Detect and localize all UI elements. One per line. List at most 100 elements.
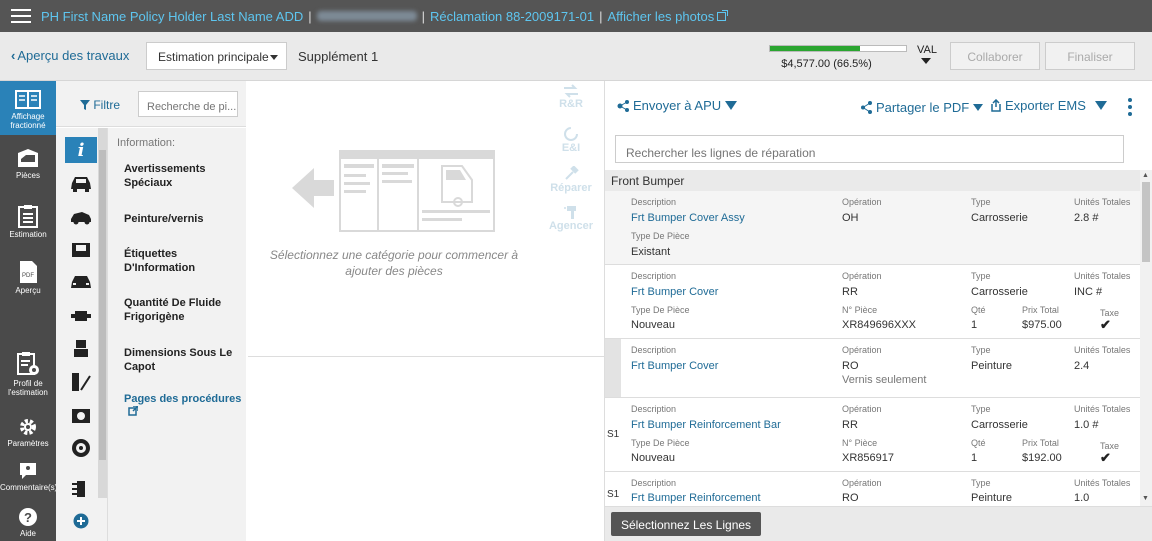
operation-label: Opération <box>842 271 882 281</box>
info-special-warnings[interactable]: Avertissements Spéciaux <box>124 162 242 190</box>
repair-line[interactable]: Description Frt Bumper Cover Assy Opérat… <box>605 191 1140 265</box>
parts-search-input[interactable] <box>138 91 238 117</box>
nav-label: Paramètres <box>7 439 49 448</box>
export-icon <box>991 99 1001 112</box>
external-link-icon <box>128 405 139 416</box>
repair-line[interactable]: Description Frt Bumper Cover Opération R… <box>605 265 1140 339</box>
back-to-overview-link[interactable]: ‹ Aperçu des travaux <box>11 48 129 63</box>
val-dropdown-icon[interactable] <box>921 58 931 64</box>
engine-icon <box>71 311 91 321</box>
menu-icon[interactable] <box>11 9 31 23</box>
info-heading: Information: <box>117 137 176 149</box>
repair-lines-search-input[interactable] <box>615 135 1124 163</box>
svg-text:PDF: PDF <box>22 273 34 279</box>
redacted-field <box>316 11 417 21</box>
send-to-apu-button[interactable]: Envoyer à APU <box>617 98 738 113</box>
ei-action[interactable]: E&I <box>545 126 597 154</box>
plus-circle-icon <box>73 513 89 529</box>
line-description[interactable]: Frt Bumper Cover Assy <box>631 212 745 224</box>
category-electrical[interactable] <box>65 476 97 502</box>
split-view-icon <box>15 90 41 109</box>
scroll-up-arrow-icon[interactable]: ▲ <box>1142 172 1149 179</box>
more-options-icon[interactable] <box>1128 98 1132 119</box>
empty-state-message: Sélectionnez une catégorie pour commence… <box>269 248 519 278</box>
share-pdf-button[interactable]: Partager le PDF <box>860 100 984 115</box>
line-operation: RO <box>842 492 859 504</box>
repair-action[interactable]: Réparer <box>545 166 597 194</box>
supplement-label: Supplément 1 <box>298 49 379 64</box>
info-labels[interactable]: Étiquettes D'Information <box>124 247 242 275</box>
middle-divider <box>248 356 604 357</box>
part-type-label: Type De Pièce <box>631 438 690 448</box>
info-refrigerant[interactable]: Quantité De Fluide Frigorigène <box>124 296 242 324</box>
line-description[interactable]: Frt Bumper Cover <box>631 360 718 372</box>
filter-button[interactable]: Filtre <box>80 98 120 112</box>
line-description[interactable]: Frt Bumper Reinforcement <box>631 492 761 504</box>
info-icon: i <box>77 139 85 161</box>
category-door[interactable] <box>65 237 97 263</box>
left-navigation: Affichage fractionné Pièces Estimation P… <box>0 81 57 541</box>
line-description[interactable]: Frt Bumper Reinforcement Bar <box>631 419 781 431</box>
info-hood-dimensions[interactable]: Dimensions Sous Le Capot <box>124 346 242 374</box>
line-qty: 1 <box>971 319 978 331</box>
separator: | <box>421 8 426 24</box>
external-link-icon[interactable] <box>717 9 729 21</box>
description-label: Description <box>631 478 677 488</box>
info-procedure-pages[interactable]: Pages des procédures <box>124 392 242 420</box>
category-wheel[interactable] <box>65 435 97 461</box>
comment-icon <box>20 463 36 479</box>
collaborate-button[interactable]: Collaborer <box>950 42 1040 70</box>
operation-label: Opération <box>842 404 882 414</box>
blend-action[interactable]: Agencer <box>545 204 597 232</box>
share-pdf-label: Partager le PDF <box>876 100 970 115</box>
description-label: Description <box>631 404 677 414</box>
category-airbag[interactable] <box>65 402 97 428</box>
policy-holder-link[interactable]: PH First Name Policy Holder Last Name AD… <box>41 9 303 24</box>
category-engine[interactable] <box>65 303 97 329</box>
nav-help[interactable]: ? Aide <box>0 507 56 538</box>
chevron-down-icon[interactable] <box>973 104 984 111</box>
nav-label: Affichage fractionné <box>10 112 46 130</box>
nav-comments[interactable]: Commentaire(s) <box>0 461 57 492</box>
type-label: Type <box>971 271 991 281</box>
repair-line[interactable]: S1 Description Frt Bumper Reinforcement … <box>605 398 1140 472</box>
scroll-down-arrow-icon[interactable]: ▼ <box>1142 495 1149 502</box>
svg-text:?: ? <box>24 510 32 525</box>
nav-settings[interactable]: Paramètres <box>0 417 56 448</box>
nav-split-view[interactable]: Affichage fractionné <box>0 81 56 135</box>
info-paint-clearcoat[interactable]: Peinture/vernis <box>124 212 242 226</box>
qty-label: Qté <box>971 305 986 315</box>
nav-parts[interactable]: Pièces <box>0 147 56 180</box>
repair-line[interactable]: Description Frt Bumper Cover Opération R… <box>605 339 1140 398</box>
export-ems-button[interactable]: Exporter EMS <box>990 98 1107 113</box>
category-wiper[interactable] <box>65 369 97 395</box>
info-category[interactable]: i <box>65 137 97 163</box>
procedure-pages-label: Pages des procédures <box>124 393 242 405</box>
airbag-icon <box>72 409 90 423</box>
rr-action[interactable]: R&R <box>545 84 597 110</box>
chevron-down-icon[interactable] <box>725 101 738 110</box>
chevron-down-icon[interactable] <box>1094 101 1107 110</box>
estimate-select[interactable]: Estimation principale <box>146 42 287 70</box>
category-car-rear[interactable] <box>65 270 97 296</box>
view-photos-link[interactable]: Afficher les photos <box>607 9 714 24</box>
category-car-side[interactable] <box>65 204 97 230</box>
finalize-button[interactable]: Finaliser <box>1045 42 1135 70</box>
repair-line[interactable]: S1 Description Frt Bumper Reinforcement … <box>605 472 1140 506</box>
repair-lines-scroll-thumb[interactable] <box>1142 182 1150 262</box>
nav-preview[interactable]: PDF Aperçu <box>0 260 56 295</box>
add-category-button[interactable] <box>65 508 97 534</box>
category-scroll-thumb[interactable] <box>99 150 106 460</box>
line-units: 2.4 <box>1074 360 1090 372</box>
nav-estimate[interactable]: Estimation <box>0 204 56 239</box>
val-label: VAL <box>917 44 937 56</box>
nav-estimate-profile[interactable]: Profil de l'estimation <box>0 351 56 397</box>
select-lines-button[interactable]: Sélectionnez Les Lignes <box>611 512 761 536</box>
claim-link[interactable]: Réclamation 88-2009171-01 <box>430 9 594 24</box>
category-car-front[interactable] <box>65 171 97 197</box>
group-header[interactable]: Front Bumper <box>605 170 1140 191</box>
part-number-label: N° Pièce <box>842 305 878 315</box>
line-description[interactable]: Frt Bumper Cover <box>631 286 718 298</box>
category-seat[interactable] <box>65 336 97 362</box>
estimate-clipboard-icon <box>18 205 38 228</box>
